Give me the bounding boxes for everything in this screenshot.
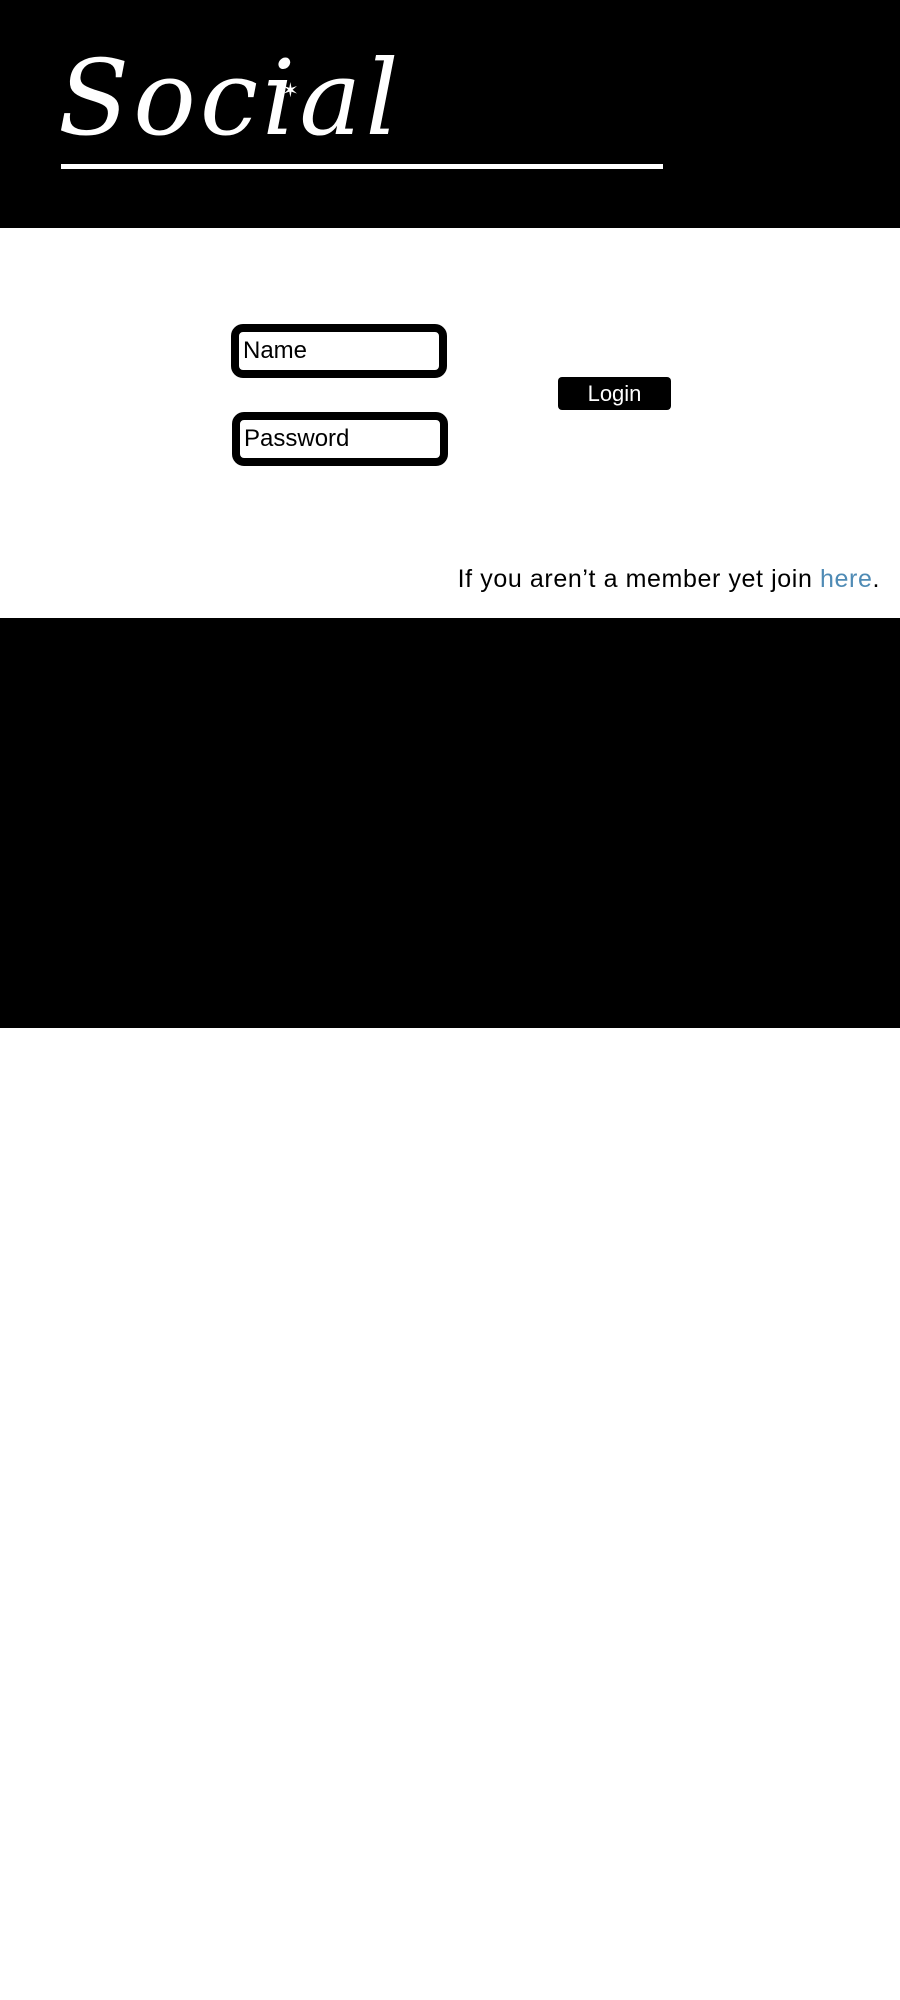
password-input[interactable] [240, 420, 440, 458]
logo-text: Social [58, 37, 403, 159]
header-divider [61, 164, 663, 169]
password-field-frame [232, 412, 448, 466]
footer-band [0, 618, 900, 1028]
name-field-frame [231, 324, 447, 378]
name-input[interactable] [239, 332, 439, 370]
join-prompt-text: If you aren’t a member yet join [457, 565, 821, 593]
join-prompt: If you aren’t a member yet join here. [458, 564, 880, 594]
login-form: Login If you aren’t a member yet join he… [0, 228, 900, 618]
star-icon: ✶ [282, 78, 299, 102]
join-prompt-suffix: . [872, 565, 880, 593]
login-button[interactable]: Login [558, 377, 671, 410]
join-link[interactable]: here [820, 565, 872, 593]
header-banner: Social ✶ [0, 0, 900, 228]
site-logo: Social ✶ [58, 38, 399, 168]
